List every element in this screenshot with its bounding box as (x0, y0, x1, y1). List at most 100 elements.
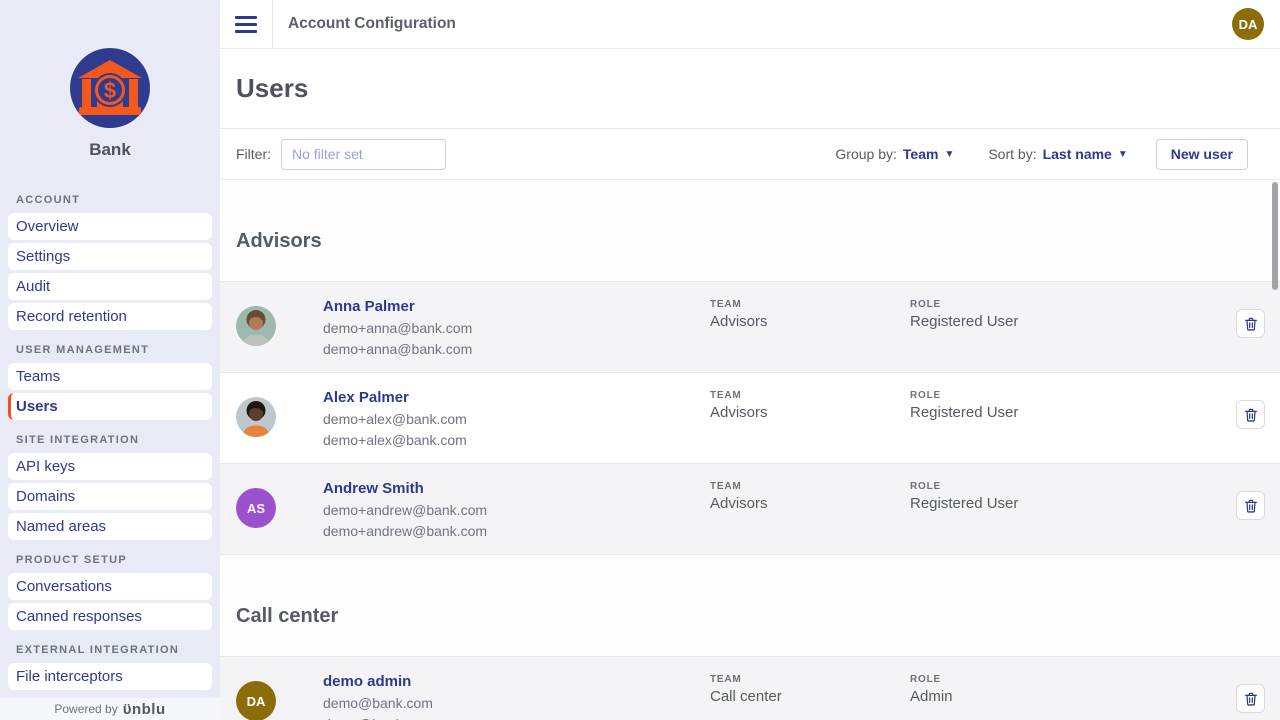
team-group: Call center DA demo admin demo@bank.com … (220, 555, 1280, 720)
menu-hamburger-icon[interactable] (220, 0, 273, 48)
delete-user-button[interactable] (1236, 309, 1265, 338)
sidebar: $ Bank Account Overview Settings Audit R… (0, 0, 220, 720)
row-actions (1236, 387, 1265, 429)
sidebar-item-named-areas[interactable]: Named areas (8, 513, 212, 540)
sidebar-item-label: Record retention (16, 308, 127, 325)
user-avatar[interactable]: DA (1232, 8, 1264, 40)
sidebar-item-file-interceptors[interactable]: File interceptors (8, 663, 212, 690)
team-label: TEAM (710, 299, 910, 310)
trash-icon (1243, 691, 1259, 707)
sidebar-item-label: File interceptors (16, 668, 123, 685)
avatar (236, 397, 276, 437)
user-name-link[interactable]: demo admin (323, 673, 710, 690)
sidebar-item-record-retention[interactable]: Record retention (8, 303, 212, 330)
user-identity: demo admin demo@bank.com demo@bank.com (323, 671, 710, 720)
group-rows: Anna Palmer demo+anna@bank.com demo+anna… (220, 282, 1280, 555)
row-actions (1236, 671, 1265, 713)
group-heading-band: Advisors (220, 180, 1280, 282)
team-column: TEAM Advisors (710, 387, 910, 421)
bank-logo-icon: $ (70, 48, 150, 128)
team-label: TEAM (710, 674, 910, 685)
group-heading: Call center (236, 605, 1264, 628)
user-email-primary: demo+andrew@bank.com (323, 502, 710, 518)
sidebar-item-label: API keys (16, 458, 75, 475)
user-email-secondary: demo+anna@bank.com (323, 341, 710, 357)
powered-by-footer: Powered by ϋnblu (0, 698, 220, 720)
group-by-dropdown[interactable]: Group by: Team ▼ (835, 146, 954, 162)
role-label: ROLE (910, 390, 1110, 401)
sidebar-section: Product setup Conversations Canned respo… (0, 554, 220, 630)
sidebar-item-label: Audit (16, 278, 50, 295)
vertical-scrollbar[interactable] (1272, 182, 1278, 290)
sidebar-section-label: Site integration (16, 434, 220, 446)
role-label: ROLE (910, 674, 1110, 685)
sidebar-item-label: Canned responses (16, 608, 142, 625)
sidebar-item-canned-responses[interactable]: Canned responses (8, 603, 212, 630)
role-column: ROLE Registered User (910, 478, 1110, 512)
sidebar-item-api-keys[interactable]: API keys (8, 453, 212, 480)
row-actions (1236, 296, 1265, 338)
sidebar-item-overview[interactable]: Overview (8, 213, 212, 240)
filter-label: Filter: (236, 146, 271, 162)
sidebar-item-label: Conversations (16, 578, 112, 595)
delete-user-button[interactable] (1236, 400, 1265, 429)
team-value: Advisors (710, 313, 910, 330)
user-groups: Advisors Anna Palmer demo+anna@bank.com … (220, 180, 1280, 720)
team-column: TEAM Advisors (710, 478, 910, 512)
sidebar-item-teams[interactable]: Teams (8, 363, 212, 390)
user-name-link[interactable]: Alex Palmer (323, 389, 710, 406)
role-label: ROLE (910, 481, 1110, 492)
user-name-link[interactable]: Anna Palmer (323, 298, 710, 315)
brand: $ Bank (0, 0, 220, 160)
sidebar-section: Account Overview Settings Audit Record r… (0, 194, 220, 330)
user-row: DA demo admin demo@bank.com demo@bank.co… (220, 657, 1280, 720)
sidebar-item-users[interactable]: Users (8, 393, 212, 420)
page-title: Users (236, 73, 308, 104)
chevron-down-icon: ▼ (944, 149, 954, 160)
user-row: Alex Palmer demo+alex@bank.com demo+alex… (220, 373, 1280, 464)
group-by-value: Team (903, 146, 939, 162)
new-user-button[interactable]: New user (1156, 139, 1248, 170)
svg-text:$: $ (104, 78, 116, 103)
user-row: Anna Palmer demo+anna@bank.com demo+anna… (220, 282, 1280, 373)
sidebar-item-audit[interactable]: Audit (8, 273, 212, 300)
role-value: Registered User (910, 404, 1110, 421)
avatar: DA (236, 681, 276, 720)
group-rows: DA demo admin demo@bank.com demo@bank.co… (220, 657, 1280, 720)
role-label: ROLE (910, 299, 1110, 310)
sidebar-item-conversations[interactable]: Conversations (8, 573, 212, 600)
role-column: ROLE Registered User (910, 296, 1110, 330)
powered-by-text: Powered by (54, 702, 117, 716)
user-email-primary: demo+anna@bank.com (323, 320, 710, 336)
page-title-band: Users (220, 49, 1280, 129)
filter-input[interactable] (281, 139, 446, 170)
user-email-secondary: demo+alex@bank.com (323, 432, 710, 448)
team-value: Advisors (710, 404, 910, 421)
sidebar-item-settings[interactable]: Settings (8, 243, 212, 270)
role-value: Registered User (910, 495, 1110, 512)
trash-icon (1243, 407, 1259, 423)
sort-by-dropdown[interactable]: Sort by: Last name ▼ (988, 146, 1127, 162)
row-actions (1236, 478, 1265, 520)
role-column: ROLE Admin (910, 671, 1110, 705)
sort-by-value: Last name (1043, 146, 1112, 162)
sidebar-nav: Account Overview Settings Audit Record r… (0, 160, 220, 698)
user-name-link[interactable]: Andrew Smith (323, 480, 710, 497)
sidebar-section: External integration File interceptors (0, 644, 220, 690)
sidebar-item-label: Settings (16, 248, 70, 265)
sidebar-section-label: Account (16, 194, 220, 206)
delete-user-button[interactable] (1236, 491, 1265, 520)
sort-by-label: Sort by: (988, 146, 1036, 162)
sidebar-section: Site integration API keys Domains Named … (0, 434, 220, 540)
user-email-primary: demo+alex@bank.com (323, 411, 710, 427)
user-email-primary: demo@bank.com (323, 695, 710, 711)
user-email-secondary: demo+andrew@bank.com (323, 523, 710, 539)
brand-name: Bank (0, 140, 220, 160)
group-by-label: Group by: (835, 146, 896, 162)
delete-user-button[interactable] (1236, 684, 1265, 713)
sidebar-item-label: Overview (16, 218, 79, 235)
sidebar-section-label: External integration (16, 644, 220, 656)
trash-icon (1243, 498, 1259, 514)
sidebar-item-domains[interactable]: Domains (8, 483, 212, 510)
user-identity: Andrew Smith demo+andrew@bank.com demo+a… (323, 478, 710, 539)
